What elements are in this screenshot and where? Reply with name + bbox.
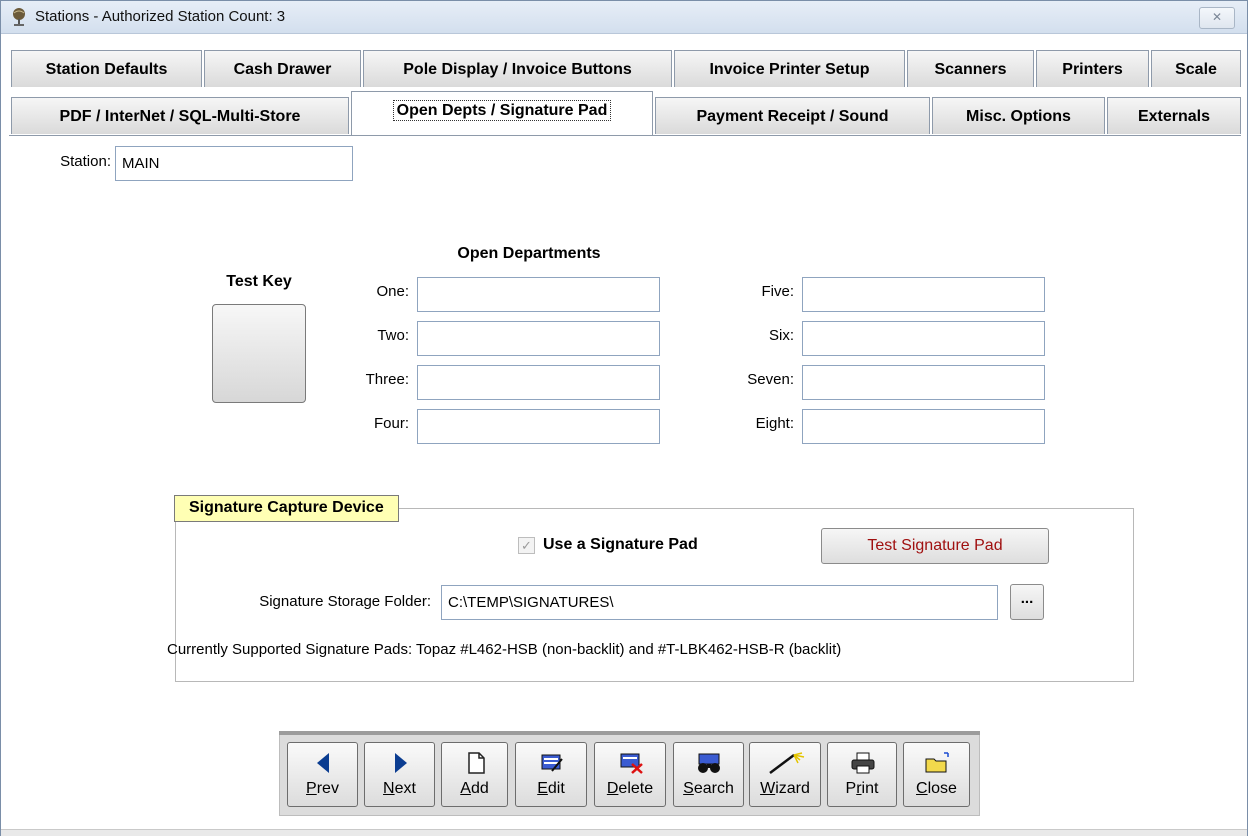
signature-group-title: Signature Capture Device [174, 495, 399, 522]
dept-two-label: Two: [377, 327, 409, 344]
browse-folder-button[interactable]: ... [1010, 584, 1044, 620]
tab-externals[interactable]: Externals [1107, 97, 1241, 134]
tab-row-2: PDF / InterNet / SQL-Multi-Store Open De… [1, 91, 1247, 136]
close-window-button[interactable]: ✕ [1199, 7, 1235, 29]
tab-cash-drawer[interactable]: Cash Drawer [204, 50, 361, 87]
open-departments-heading: Open Departments [457, 245, 601, 262]
printer-icon [851, 752, 875, 774]
dept-six-label: Six: [768, 327, 794, 344]
dept-seven-label: Seven: [747, 371, 794, 388]
tab-content-panel [9, 135, 1241, 824]
edit-icon [541, 754, 563, 772]
test-signature-pad-button[interactable]: Test Signature Pad [821, 528, 1049, 564]
print-button[interactable]: Print [827, 742, 897, 807]
close-button-label: Close [916, 780, 957, 797]
wizard-button-label: Wizard [760, 780, 810, 797]
station-field[interactable]: MAIN [115, 146, 353, 181]
tab-scanners[interactable]: Scanners [907, 50, 1034, 87]
tab-pole-display[interactable]: Pole Display / Invoice Buttons [363, 50, 672, 87]
prev-button[interactable]: Prev [287, 742, 358, 807]
window-bottom-edge [1, 829, 1247, 836]
folder-close-icon [925, 752, 949, 773]
dept-five-label: Five: [761, 283, 794, 300]
new-document-icon [468, 752, 485, 774]
prev-arrow-icon [317, 753, 329, 773]
dept-one-field[interactable] [417, 277, 660, 312]
print-button-label: Print [845, 780, 879, 797]
delete-icon [620, 753, 643, 774]
tab-station-defaults[interactable]: Station Defaults [11, 50, 202, 87]
next-button[interactable]: Next [364, 742, 435, 807]
delete-button-label: Delete [606, 780, 654, 797]
dept-five-field[interactable] [802, 277, 1045, 312]
supported-pads-text: Currently Supported Signature Pads: Topa… [167, 641, 842, 658]
tab-misc-options[interactable]: Misc. Options [932, 97, 1105, 134]
active-tab-label: Open Depts / Signature Pad [392, 100, 612, 121]
close-button[interactable]: Close [903, 742, 970, 807]
station-label: Station: [60, 153, 111, 170]
toolbar-top-edge [279, 731, 980, 735]
edit-button-label: Edit [537, 780, 565, 797]
magic-wand-icon [769, 752, 805, 774]
dept-six-field[interactable] [802, 321, 1045, 356]
dept-one-label: One: [376, 283, 409, 300]
signature-folder-label: Signature Storage Folder: [259, 593, 431, 610]
edit-button[interactable]: Edit [515, 742, 587, 807]
tab-row-1: Station Defaults Cash Drawer Pole Displa… [1, 50, 1247, 89]
binoculars-icon [698, 753, 720, 773]
tab-payment-receipt-sound[interactable]: Payment Receipt / Sound [655, 97, 930, 134]
dept-three-field[interactable] [417, 365, 660, 400]
test-key-label: Test Key [226, 273, 292, 290]
stations-window: Stations - Authorized Station Count: 3 ✕… [0, 0, 1248, 836]
delete-button[interactable]: Delete [594, 742, 666, 807]
add-button[interactable]: Add [441, 742, 508, 807]
use-signature-pad-checkbox[interactable]: ✓ [518, 537, 535, 554]
tab-printers[interactable]: Printers [1036, 50, 1149, 87]
tab-invoice-printer-setup[interactable]: Invoice Printer Setup [674, 50, 905, 87]
dept-four-label: Four: [373, 415, 409, 432]
next-button-label: Next [383, 780, 416, 797]
dept-eight-label: Eight: [755, 415, 794, 432]
prev-button-label: Prev [306, 780, 339, 797]
test-key-button[interactable] [212, 304, 306, 403]
title-bar: Stations - Authorized Station Count: 3 ✕ [1, 1, 1247, 34]
tab-scale[interactable]: Scale [1151, 50, 1241, 87]
dept-two-field[interactable] [417, 321, 660, 356]
signature-folder-field[interactable]: C:\TEMP\SIGNATURES\ [441, 585, 998, 620]
dept-four-field[interactable] [417, 409, 660, 444]
dept-three-label: Three: [365, 371, 409, 388]
search-button[interactable]: Search [673, 742, 744, 807]
add-button-label: Add [460, 780, 489, 797]
dept-eight-field[interactable] [802, 409, 1045, 444]
tab-open-depts-signature-pad[interactable]: Open Depts / Signature Pad [351, 91, 653, 135]
use-signature-pad-label: Use a Signature Pad [543, 536, 698, 553]
next-arrow-icon [395, 753, 407, 773]
dept-seven-field[interactable] [802, 365, 1045, 400]
tab-pdf-internet-sql[interactable]: PDF / InterNet / SQL-Multi-Store [11, 97, 349, 134]
wizard-button[interactable]: Wizard [749, 742, 821, 807]
search-button-label: Search [683, 780, 734, 797]
window-title: Stations - Authorized Station Count: 3 [35, 8, 286, 25]
globe-app-icon [13, 8, 25, 26]
